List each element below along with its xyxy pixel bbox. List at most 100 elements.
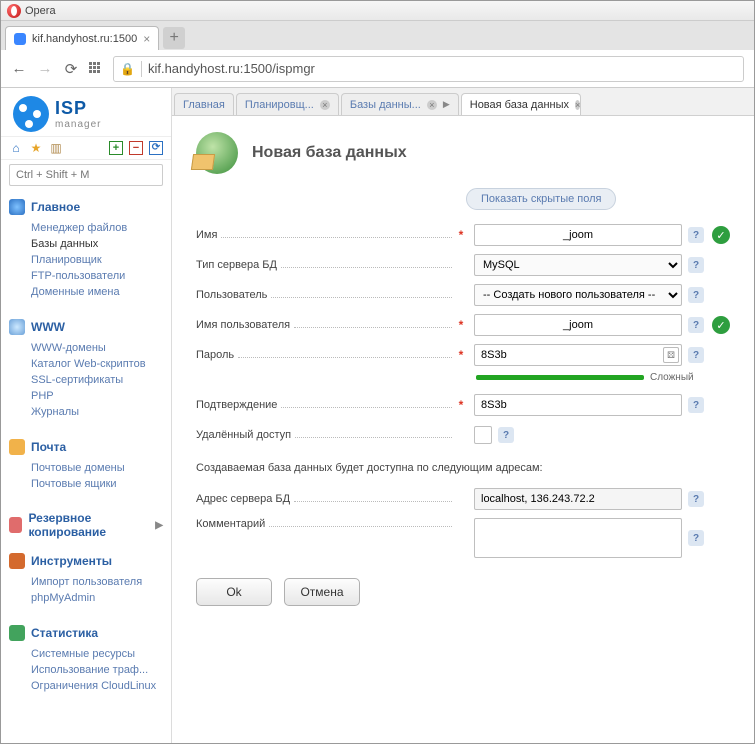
- nav-item[interactable]: Использование траф...: [31, 662, 163, 678]
- sidebar-toolbar: ⌂ ★ ▥ + − ⟳: [1, 136, 171, 160]
- content: Новая база данных Показать скрытые поля …: [172, 116, 754, 614]
- show-hidden-fields-button[interactable]: Показать скрытые поля: [466, 188, 616, 210]
- cancel-button[interactable]: Отмена: [284, 578, 360, 606]
- sidebar-search-input[interactable]: [9, 164, 163, 186]
- help-icon[interactable]: ?: [688, 347, 704, 363]
- nav-item[interactable]: Почтовые домены: [31, 460, 163, 476]
- separator: [141, 61, 142, 77]
- nav-section-header[interactable]: Резервное копирование▶: [9, 508, 163, 542]
- section-icon: [9, 517, 22, 533]
- nav-section-header[interactable]: Инструменты: [9, 550, 163, 572]
- label-name: Имя: [196, 229, 217, 241]
- section-icon: [9, 625, 25, 641]
- nav-item[interactable]: Каталог Web-скриптов: [31, 356, 163, 372]
- browser-tab[interactable]: kif.handyhost.ru:1500 ×: [5, 26, 159, 50]
- back-button[interactable]: ←: [11, 60, 27, 77]
- label-password: Пароль: [196, 349, 234, 361]
- refresh-nav-button[interactable]: ⟳: [149, 141, 163, 155]
- nav-section-header[interactable]: Почта: [9, 436, 163, 458]
- remote-access-checkbox[interactable]: [474, 426, 492, 444]
- server-addr-input: [474, 488, 682, 510]
- close-tab-icon[interactable]: ×: [143, 32, 150, 46]
- nav-item[interactable]: Менеджер файлов: [31, 220, 163, 236]
- tab-label: Базы данны...: [350, 99, 421, 111]
- nav-section-header[interactable]: Статистика: [9, 622, 163, 644]
- username-input[interactable]: [474, 314, 682, 336]
- nav-section-header[interactable]: WWW: [9, 316, 163, 338]
- content-tabs: ГлавнаяПланировщ...× Базы данны... × ▶ Новая…: [172, 88, 754, 116]
- label-remote: Удалённый доступ: [196, 429, 291, 441]
- help-icon[interactable]: ?: [688, 530, 704, 546]
- reload-button[interactable]: ⟳: [63, 60, 79, 78]
- server-type-select[interactable]: MySQL: [474, 254, 682, 276]
- password-input[interactable]: [474, 344, 682, 366]
- url-box[interactable]: 🔒 kif.handyhost.ru:1500/ispmgr: [113, 56, 744, 82]
- content-tab[interactable]: Планировщ...×: [236, 93, 339, 115]
- help-icon[interactable]: ?: [688, 317, 704, 333]
- new-tab-button[interactable]: +: [163, 27, 185, 49]
- nav-item[interactable]: Системные ресурсы: [31, 646, 163, 662]
- help-icon[interactable]: ?: [688, 227, 704, 243]
- nav-item[interactable]: Почтовые ящики: [31, 476, 163, 492]
- required-icon: *: [456, 398, 466, 412]
- content-tab[interactable]: Базы данны... × ▶: [341, 93, 459, 115]
- close-tab-icon[interactable]: ×: [320, 100, 330, 110]
- page-title: Новая база данных: [252, 144, 407, 162]
- help-icon[interactable]: ?: [498, 427, 514, 443]
- label-username: Имя пользователя: [196, 319, 290, 331]
- section-title: Почта: [31, 440, 66, 454]
- confirm-input[interactable]: [474, 394, 682, 416]
- nav-item[interactable]: SSL-сертификаты: [31, 372, 163, 388]
- expand-all-button[interactable]: +: [109, 141, 123, 155]
- content-tab[interactable]: Новая база данных×: [461, 93, 581, 115]
- nav-item[interactable]: FTP-пользователи: [31, 268, 163, 284]
- nav-item[interactable]: Базы данных: [31, 236, 163, 252]
- opera-icon: [7, 4, 21, 18]
- help-icon[interactable]: ?: [688, 287, 704, 303]
- forward-button[interactable]: →: [37, 60, 53, 77]
- section-icon: [9, 319, 25, 335]
- nav-item[interactable]: Ограничения CloudLinux: [31, 678, 163, 694]
- content-tab[interactable]: Главная: [174, 93, 234, 115]
- section-title: Резервное копирование: [28, 511, 149, 539]
- nav-item[interactable]: Планировщик: [31, 252, 163, 268]
- collapse-all-button[interactable]: −: [129, 141, 143, 155]
- comment-textarea[interactable]: [474, 518, 682, 558]
- apps-grid-icon[interactable]: [89, 62, 103, 76]
- section-icon: [9, 439, 25, 455]
- help-icon[interactable]: ?: [688, 257, 704, 273]
- clipboard-icon[interactable]: ▥: [49, 141, 63, 155]
- page-icon: [196, 132, 238, 174]
- help-icon[interactable]: ?: [688, 397, 704, 413]
- section-title: Инструменты: [31, 554, 112, 568]
- section-icon: [9, 199, 25, 215]
- lock-icon: 🔒: [120, 62, 135, 76]
- nav-item[interactable]: phpMyAdmin: [31, 590, 163, 606]
- label-confirm: Подтверждение: [196, 399, 277, 411]
- label-comment: Комментарий: [196, 518, 265, 530]
- home-icon[interactable]: ⌂: [9, 141, 23, 155]
- close-tab-icon[interactable]: ×: [427, 100, 437, 110]
- section-title: Главное: [31, 200, 80, 214]
- nav-item[interactable]: Доменные имена: [31, 284, 163, 300]
- name-input[interactable]: [474, 224, 682, 246]
- app-name: Opera: [25, 5, 56, 17]
- generate-password-icon[interactable]: ⚄: [663, 347, 679, 363]
- window-titlebar: Opera: [1, 1, 754, 21]
- ok-button[interactable]: Ok: [196, 578, 272, 606]
- browser-tabbar: kif.handyhost.ru:1500 × +: [1, 21, 754, 50]
- star-icon[interactable]: ★: [29, 141, 43, 155]
- help-icon[interactable]: ?: [688, 491, 704, 507]
- chevron-right-icon: ▶: [443, 99, 450, 110]
- nav-item[interactable]: PHP: [31, 388, 163, 404]
- nav-item[interactable]: WWW-домены: [31, 340, 163, 356]
- section-title: WWW: [31, 320, 65, 334]
- nav-item[interactable]: Журналы: [31, 404, 163, 420]
- nav-item[interactable]: Импорт пользователя: [31, 574, 163, 590]
- sidebar-search: [9, 164, 163, 186]
- close-tab-icon[interactable]: ×: [575, 100, 580, 110]
- user-select[interactable]: -- Создать нового пользователя --: [474, 284, 682, 306]
- nav-section-header[interactable]: Главное: [9, 196, 163, 218]
- info-text: Создаваемая база данных будет доступна п…: [196, 462, 730, 474]
- address-bar: ← → ⟳ 🔒 kif.handyhost.ru:1500/ispmgr: [1, 50, 754, 88]
